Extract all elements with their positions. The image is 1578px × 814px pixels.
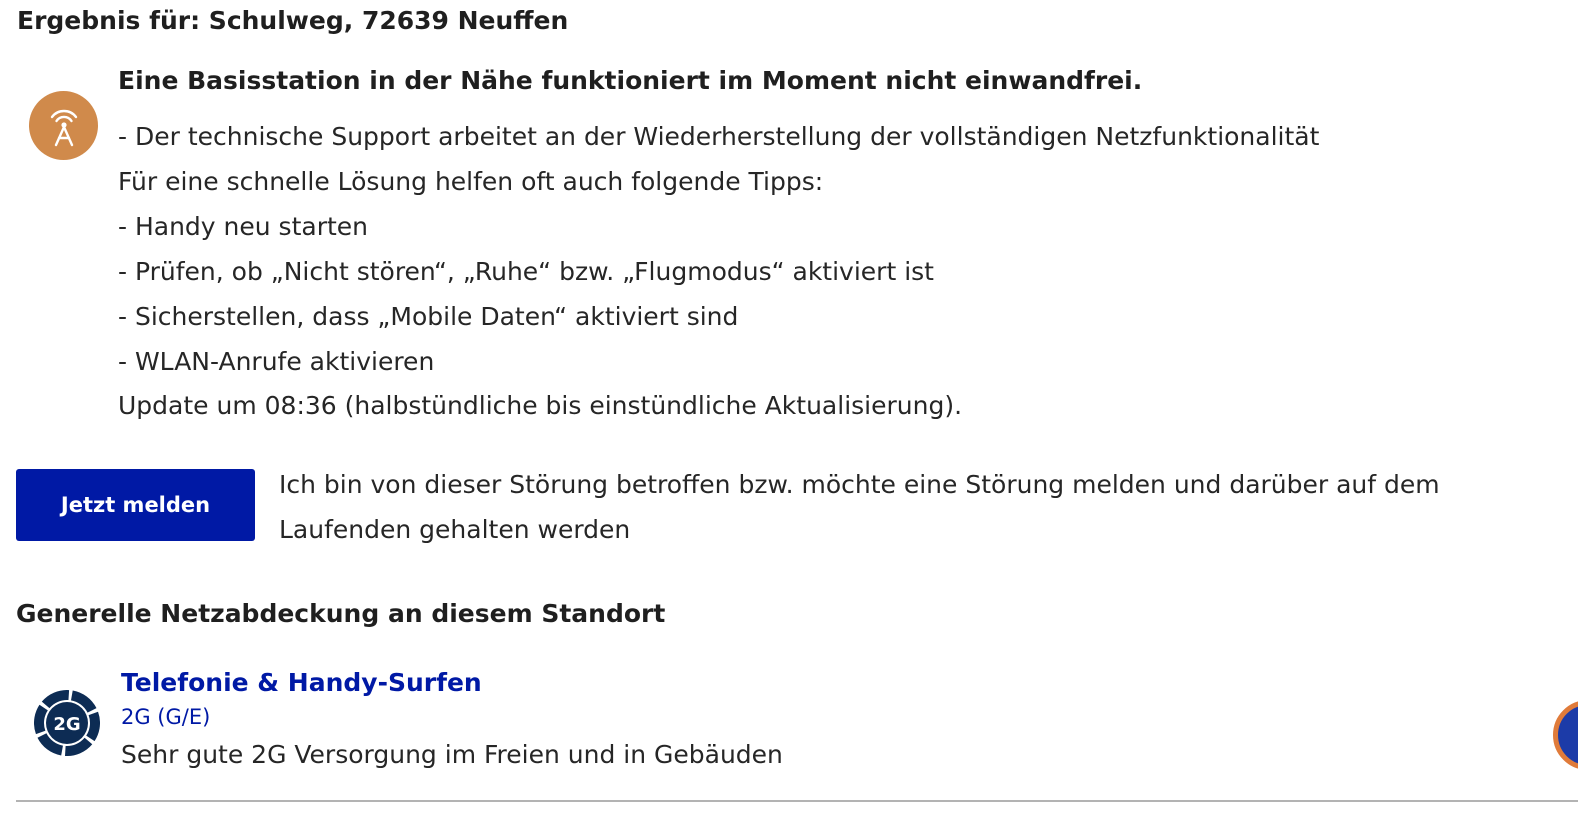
outage-line: - Handy neu starten <box>118 212 369 241</box>
update-timestamp: Update um 08:36 (halbstündliche bis eins… <box>118 391 963 420</box>
coverage-technology: 2G (G/E) <box>121 705 211 729</box>
2g-icon-label: 2G <box>53 714 80 735</box>
report-description: Ich bin von dieser Störung betroffen bzw… <box>279 470 1440 544</box>
2g-coverage-icon: 2G <box>34 690 100 757</box>
report-outage-button[interactable]: Jetzt melden <box>16 469 255 541</box>
network-status-page: Ergebnis für: Schulweg, 72639 Neuffen Ei… <box>0 0 1578 814</box>
outage-details: - Der technische Support arbeitet an der… <box>118 114 1319 384</box>
outage-message: Eine Basisstation in der Nähe funktionie… <box>118 64 1319 384</box>
coverage-section-title: Generelle Netzabdeckung an diesem Stando… <box>16 599 666 628</box>
chat-button[interactable] <box>1553 700 1578 770</box>
outage-line: - Prüfen, ob „Nicht stören“, „Ruhe“ bzw.… <box>118 257 934 286</box>
coverage-description: Sehr gute 2G Versorgung im Freien und in… <box>121 740 783 769</box>
outage-line: - Der technische Support arbeitet an der… <box>118 122 1320 151</box>
result-title: Ergebnis für: Schulweg, 72639 Neuffen <box>17 6 569 35</box>
coverage-entry: Telefonie & Handy-Surfen 2G (G/E) Sehr g… <box>121 665 783 777</box>
outage-line: Für eine schnelle Lösung helfen oft auch… <box>118 167 824 196</box>
outage-headline: Eine Basisstation in der Nähe funktionie… <box>118 66 1143 95</box>
signal-tower-icon <box>29 91 98 160</box>
outage-line: - WLAN-Anrufe aktivieren <box>118 347 435 376</box>
outage-line: - Sicherstellen, dass „Mobile Daten“ akt… <box>118 302 739 331</box>
coverage-service-link[interactable]: Telefonie & Handy-Surfen <box>121 665 783 701</box>
section-divider <box>16 800 1578 802</box>
